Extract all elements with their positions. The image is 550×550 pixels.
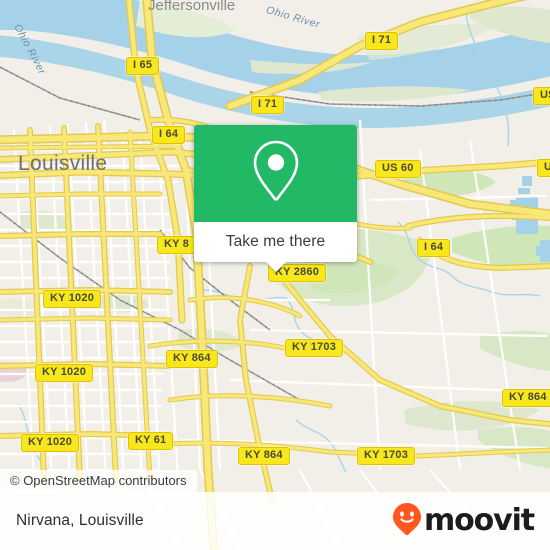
- map-pin-icon: [249, 138, 303, 209]
- moovit-pin-smile-icon: [392, 502, 422, 541]
- highway-shield[interactable]: KY 1020: [21, 434, 80, 452]
- map-screenshot: Louisville Jeffersonville Ohio River Ohi…: [0, 0, 550, 550]
- moovit-logo[interactable]: moovit: [392, 502, 535, 541]
- highway-shield[interactable]: KY 1703: [357, 447, 416, 465]
- callout-pointer-tail: [265, 262, 286, 272]
- osm-attribution[interactable]: © OpenStreetMap contributors: [0, 470, 197, 492]
- take-me-there-label[interactable]: Take me there: [226, 233, 326, 251]
- highway-shield[interactable]: KY 864: [166, 350, 218, 368]
- highway-shield[interactable]: KY 864: [238, 447, 290, 465]
- highway-shield[interactable]: KY 1703: [285, 339, 344, 357]
- callout-pin-area: [194, 125, 357, 222]
- moovit-wordmark: moovit: [423, 503, 535, 538]
- callout-action-area[interactable]: Take me there: [194, 222, 357, 262]
- highway-shield[interactable]: I 64: [152, 126, 186, 144]
- highway-shield[interactable]: I 71: [251, 96, 285, 114]
- highway-shield[interactable]: US: [533, 87, 550, 105]
- location-title: Nirvana, Louisville: [16, 512, 144, 529]
- map-canvas[interactable]: Louisville Jeffersonville Ohio River Ohi…: [0, 0, 550, 550]
- highway-shield[interactable]: KY 8: [157, 236, 197, 254]
- highway-shield[interactable]: KY 864: [502, 389, 550, 407]
- highway-shield[interactable]: I 65: [126, 57, 160, 75]
- highway-shield[interactable]: KY 1020: [43, 290, 102, 308]
- highway-shield[interactable]: US: [537, 159, 550, 177]
- location-callout-card[interactable]: Take me there: [194, 125, 357, 272]
- highway-shield[interactable]: US 60: [375, 160, 421, 178]
- highway-shield[interactable]: I 64: [417, 239, 451, 257]
- footer-bar: Nirvana, Louisville moovit: [0, 492, 550, 550]
- highway-shield[interactable]: I 71: [365, 32, 399, 50]
- highway-shield[interactable]: KY 1020: [35, 364, 94, 382]
- highway-shield[interactable]: KY 61: [128, 432, 174, 450]
